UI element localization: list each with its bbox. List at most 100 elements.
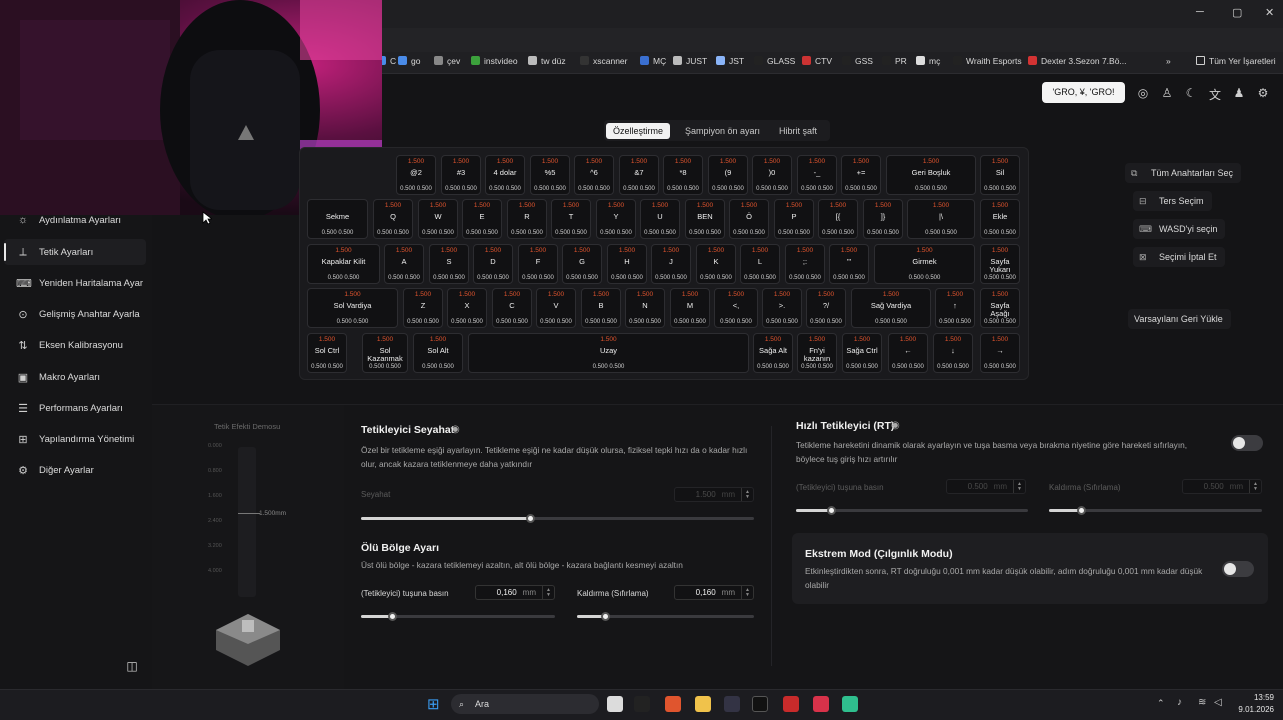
key[interactable]: 1.500 M 0.500 0.500 (670, 288, 710, 328)
rapid-eye-icon[interactable]: ◉ (891, 420, 900, 431)
key[interactable]: 1.500 Sol Ctrl 0.500 0.500 (307, 333, 347, 373)
rapid-trigger-toggle[interactable] (1231, 435, 1263, 451)
key[interactable]: 1.500 &7 0.500 0.500 (619, 155, 659, 195)
key[interactable]: 1.500 F 0.500 0.500 (518, 244, 558, 284)
key[interactable]: 1.500 Sol Vardiya 0.500 0.500 (307, 288, 398, 328)
explorer-icon[interactable] (695, 696, 711, 712)
key[interactable]: 1.500 Q 0.500 0.500 (373, 199, 413, 239)
key[interactable]: 1.500 ↑ 0.500 0.500 (935, 288, 975, 328)
moon-icon[interactable]: ☾ (1183, 86, 1199, 100)
key[interactable]: 1.500 += 0.500 0.500 (841, 155, 881, 195)
key[interactable]: 1.500 Sol Kazanmak 0.500 0.500 (362, 333, 408, 373)
sidebar-item[interactable]: ⊙ Gelişmiş Anahtar Ayarla (4, 301, 146, 327)
key[interactable]: 1.500 Kapaklar Kilit 0.500 0.500 (307, 244, 380, 284)
bookmark-item[interactable]: JST (716, 56, 744, 66)
profile-button[interactable]: 'GRO, ¥, 'GRO! (1042, 82, 1125, 103)
tab-hybrid-shaft[interactable]: Hibrit şaft (772, 123, 824, 139)
close-window-button[interactable]: ✕ (1265, 6, 1274, 19)
app-icon[interactable] (813, 696, 829, 712)
key[interactable]: 1.500 H 0.500 0.500 (607, 244, 647, 284)
key[interactable]: 1.500 Sol Alt 0.500 0.500 (413, 333, 463, 373)
deadzone-release-slider[interactable] (577, 612, 754, 621)
tab-champion-preset[interactable]: Şampiyon ön ayarı (678, 123, 767, 139)
bookmarks-more-button[interactable]: » (1166, 56, 1171, 66)
rapid-press-stepper[interactable]: ▲ ▼ (1013, 480, 1025, 493)
key[interactable]: 1.500 ← 0.500 0.500 (888, 333, 928, 373)
key[interactable]: 1.500 B 0.500 0.500 (581, 288, 621, 328)
sidebar-item[interactable]: ⇅ Eksen Kalibrasyonu (4, 332, 146, 358)
bookmark-item[interactable]: mç (916, 56, 940, 66)
shirt-icon[interactable]: ♙ (1159, 86, 1175, 100)
key[interactable]: 1.500 T 0.500 0.500 (551, 199, 591, 239)
clock-time[interactable]: 13:59 (1244, 693, 1274, 702)
key[interactable]: 1.500 S 0.500 0.500 (429, 244, 469, 284)
app-icon[interactable] (752, 696, 768, 712)
key[interactable]: 1.500)0 0.500 0.500 (752, 155, 792, 195)
key[interactable]: 1.500 Sağa Ctrl 0.500 0.500 (842, 333, 882, 373)
volume-icon[interactable]: ◁ (1214, 697, 1222, 708)
extreme-mode-toggle[interactable] (1222, 561, 1254, 577)
key[interactable]: 1.500 G 0.500 0.500 (562, 244, 602, 284)
keyboard-action-button[interactable]: ⧉ Tüm Anahtarları Seç (1125, 163, 1242, 183)
key[interactable]: 1.500 @2 0.500 0.500 (396, 155, 436, 195)
app-icon[interactable] (842, 696, 858, 712)
key[interactable]: 1.500 #3 0.500 0.500 (441, 155, 481, 195)
key[interactable]: 1.500 >. 0.500 0.500 (762, 288, 802, 328)
travel-slider[interactable] (361, 514, 754, 523)
settings-gear-icon[interactable]: ⚙ (1255, 86, 1271, 100)
key[interactable]: 1.500 %5 0.500 0.500 (530, 155, 570, 195)
key[interactable]: 1.500 *8 0.500 0.500 (663, 155, 703, 195)
key[interactable]: 1.500 Sil 0.500 0.500 (980, 155, 1020, 195)
bookmark-item[interactable]: GSS (842, 56, 873, 66)
bookmark-item[interactable]: PR (882, 56, 907, 66)
key[interactable]: 1.500 (9 0.500 0.500 (708, 155, 748, 195)
deadzone-press-slider[interactable] (361, 612, 555, 621)
keyboard-action-button[interactable]: Varsayılanı Geri Yükle (1128, 309, 1231, 329)
key[interactable]: 1.500 E 0.500 0.500 (462, 199, 502, 239)
key[interactable]: 1.500 K 0.500 0.500 (696, 244, 736, 284)
deadzone-press-input[interactable]: 0,160 mm ▲ ▼ (475, 585, 555, 600)
key[interactable]: 1.500 BEN 0.500 0.500 (685, 199, 725, 239)
key[interactable]: 1.500 P 0.500 0.500 (774, 199, 814, 239)
key[interactable]: 1.500 L 0.500 0.500 (740, 244, 780, 284)
key[interactable]: 1.500 Geri Boşluk 0.500 0.500 (886, 155, 976, 195)
device-icon[interactable]: ◎ (1135, 86, 1151, 100)
sidebar-item[interactable]: ⚙ Diğer Ayarlar (4, 457, 146, 483)
bookmark-item[interactable]: CTV (802, 56, 832, 66)
bookmark-item[interactable]: JUST (673, 56, 707, 66)
key[interactable]: 1.500 ↓ 0.500 0.500 (933, 333, 973, 373)
bookmark-item[interactable]: go (398, 56, 420, 66)
keyboard-action-button[interactable]: ⊟ Ters Seçim (1133, 191, 1212, 211)
chevron-up-icon[interactable]: ⌃ (1157, 698, 1165, 709)
key[interactable]: 1.500 Ekle 0.500 0.500 (980, 199, 1020, 239)
sidebar-item[interactable]: ⌨ Yeniden Haritalama Ayar (4, 270, 146, 296)
key[interactable]: 1.500 <, 0.500 0.500 (714, 288, 758, 328)
rapid-press-input[interactable]: 0.500 mm ▲ ▼ (946, 479, 1026, 494)
key[interactable]: 1.500 Y 0.500 0.500 (596, 199, 636, 239)
deadzone-release-stepper[interactable]: ▲ ▼ (741, 586, 753, 599)
key[interactable]: 1.500 Sağa Alt 0.500 0.500 (753, 333, 793, 373)
app-icon[interactable] (783, 696, 799, 712)
task-view-icon[interactable] (607, 696, 623, 712)
key[interactable]: 1.500 Girmek 0.500 0.500 (874, 244, 975, 284)
bookmark-item[interactable]: MÇ (640, 56, 666, 66)
key[interactable]: 1.500 W 0.500 0.500 (418, 199, 458, 239)
key[interactable]: 1.500 → 0.500 0.500 (980, 333, 1020, 373)
bookmark-item[interactable]: Dexter 3.Sezon 7.Bö... (1028, 56, 1127, 66)
sidebar-item[interactable]: ⊞ Yapılandırma Yönetimi (4, 426, 146, 452)
maximize-button[interactable]: ▢ (1232, 6, 1242, 19)
clock-date[interactable]: 9.01.2026 (1226, 705, 1274, 714)
key[interactable]: 1.500 C 0.500 0.500 (492, 288, 532, 328)
sidebar-item[interactable]: ☰ Performans Ayarları (4, 395, 146, 421)
key[interactable]: 1.500 Ö 0.500 0.500 (729, 199, 769, 239)
key[interactable]: 1.500 U 0.500 0.500 (640, 199, 680, 239)
rapid-release-stepper[interactable]: ▲ ▼ (1249, 480, 1261, 493)
key[interactable]: 1.500 A 0.500 0.500 (384, 244, 424, 284)
key[interactable]: 1.500 V 0.500 0.500 (536, 288, 576, 328)
deadzone-release-input[interactable]: 0,160 mm ▲ ▼ (674, 585, 754, 600)
key[interactable]: 1.500 R 0.500 0.500 (507, 199, 547, 239)
key[interactable]: 1.500 D 0.500 0.500 (473, 244, 513, 284)
key[interactable]: 1.500 Sayfa Yukarı 0.500 0.500 (980, 244, 1020, 284)
all-bookmarks-button[interactable]: Tüm Yer İşaretleri (1196, 56, 1276, 66)
key[interactable]: Sekme 0.500 0.500 (307, 199, 368, 239)
